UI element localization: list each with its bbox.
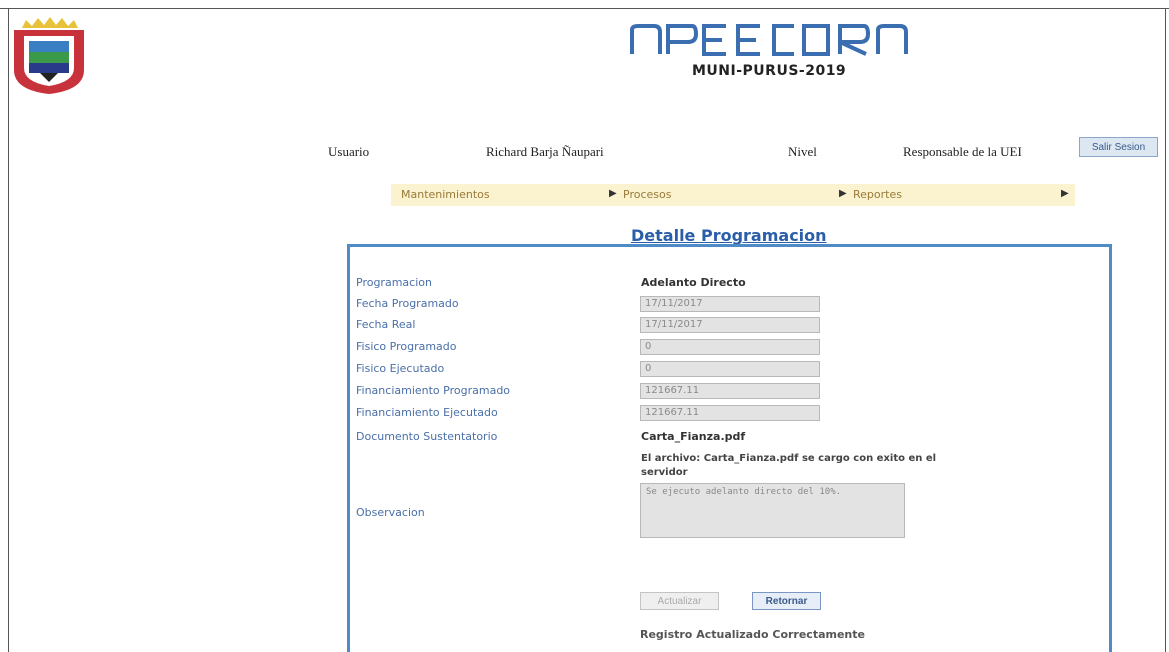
menu-arrow-right-icon: ▶ (1061, 188, 1069, 199)
frame-top-border (0, 8, 1169, 9)
main-menu-bar: Mantenimientos ▶ Procesos ▶ Reportes ▶ (391, 184, 1075, 206)
status-message: Registro Actualizado Correctamente (640, 628, 865, 641)
level-label: Nivel (788, 144, 817, 159)
menu-arrow-right-icon: ▶ (839, 188, 847, 199)
user-label: Usuario (328, 144, 370, 159)
fisico-ejecutado-field[interactable]: 0 (640, 361, 820, 377)
page-title: Detalle Programacion (631, 226, 827, 245)
fecha-real-field[interactable]: 17/11/2017 (640, 317, 820, 333)
fecha-real-label: Fecha Real (356, 318, 416, 331)
programacion-label: Programacion (356, 276, 432, 289)
menu-item-mantenimientos[interactable]: Mantenimientos (401, 188, 490, 201)
documento-label: Documento Sustentatorio (356, 430, 498, 443)
fisico-programado-label: Fisico Programado (356, 340, 457, 353)
level-value: Responsable de la UEI (903, 144, 1022, 159)
menu-item-reportes[interactable]: Reportes (853, 188, 902, 201)
programacion-value: Adelanto Directo (641, 276, 746, 289)
menu-arrow-right-icon: ▶ (609, 188, 617, 199)
user-name: Richard Barja Ñaupari (486, 144, 604, 159)
app-subtitle: MUNI-PURUS-2019 (692, 63, 847, 79)
fisico-programado-field[interactable]: 0 (640, 339, 820, 355)
update-button[interactable]: Actualizar (640, 592, 719, 610)
financiamiento-programado-label: Financiamiento Programado (356, 384, 511, 397)
municipality-crest-logo (14, 17, 84, 94)
financiamiento-ejecutado-field[interactable]: 121667.11 (640, 405, 820, 421)
fecha-programado-field[interactable]: 17/11/2017 (640, 296, 820, 312)
upload-success-message: El archivo: Carta_Fianza.pdf se cargo co… (641, 453, 937, 478)
documento-link[interactable]: Carta_Fianza.pdf (641, 430, 745, 443)
frame-left-border (8, 8, 9, 652)
menu-item-procesos[interactable]: Procesos (623, 188, 671, 201)
return-button[interactable]: Retornar (752, 592, 821, 610)
logout-button[interactable]: Salir Sesion (1079, 137, 1158, 157)
frame-right-border (1165, 8, 1166, 652)
fisico-ejecutado-label: Fisico Ejecutado (356, 362, 445, 375)
observacion-label: Observacion (356, 506, 425, 519)
fecha-programado-label: Fecha Programado (356, 297, 459, 310)
financiamiento-ejecutado-label: Financiamiento Ejecutado (356, 406, 498, 419)
observacion-textarea[interactable]: Se ejecuto adelanto directo del 10%. (640, 483, 905, 538)
financiamiento-programado-field[interactable]: 121667.11 (640, 383, 820, 399)
banner-title-graphic (630, 24, 908, 56)
